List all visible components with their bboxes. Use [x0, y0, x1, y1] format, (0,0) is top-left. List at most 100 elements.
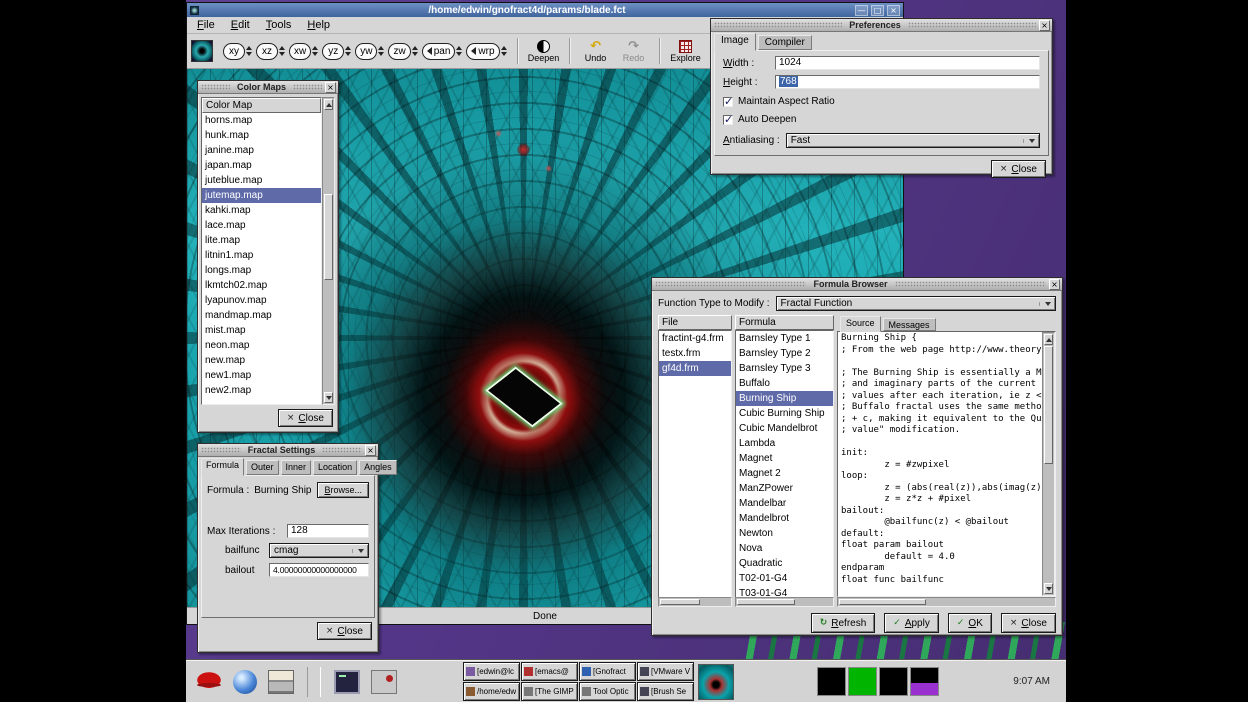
- scrollbar-thumb[interactable]: [1044, 346, 1053, 464]
- colormap-list-item[interactable]: lite.map: [202, 233, 321, 248]
- spinner-arrows-icon[interactable]: [312, 46, 318, 56]
- scroll-down-icon[interactable]: [1044, 583, 1053, 594]
- colormap-list-item[interactable]: longs.map: [202, 263, 321, 278]
- colormap-list-item[interactable]: janine.map: [202, 143, 321, 158]
- scroll-up-icon[interactable]: [324, 99, 333, 110]
- tab[interactable]: Image: [714, 33, 756, 51]
- close-icon[interactable]: ×: [1049, 279, 1060, 290]
- tab[interactable]: Location: [313, 460, 357, 475]
- source-hscrollbar[interactable]: [837, 597, 1056, 607]
- formula-list-item[interactable]: Mandelbar: [736, 496, 833, 511]
- tab[interactable]: Compiler: [758, 35, 812, 50]
- close-icon[interactable]: ×: [1039, 20, 1050, 31]
- scrollbar-thumb[interactable]: [660, 599, 700, 605]
- formula-list-item[interactable]: Buffalo: [736, 376, 833, 391]
- fractal-settings-titlebar[interactable]: Fractal Settings ×: [198, 444, 378, 457]
- axis-rotate-control[interactable]: xz: [256, 43, 285, 60]
- colormap-list-item[interactable]: new.map: [202, 353, 321, 368]
- bailout-input[interactable]: 4.00000000000000000: [269, 563, 369, 577]
- menu-item[interactable]: Tools: [258, 19, 300, 31]
- printer-icon[interactable]: [268, 670, 294, 694]
- formula-source-code[interactable]: Burning Ship { ; From the web page http:…: [838, 332, 1042, 596]
- window-menu-icon[interactable]: [190, 6, 199, 15]
- formula-list-item[interactable]: Mandelbrot: [736, 511, 833, 526]
- spinner-arrows-icon[interactable]: [345, 46, 351, 56]
- file-list-item[interactable]: testx.frm: [659, 346, 731, 361]
- formula-list-item[interactable]: Barnsley Type 2: [736, 346, 833, 361]
- close-icon[interactable]: ×: [365, 445, 376, 456]
- scroll-up-icon[interactable]: [1044, 334, 1053, 345]
- taskbar-task-button[interactable]: [edwin@lc: [463, 662, 520, 681]
- tab[interactable]: Inner: [281, 460, 312, 475]
- warp-control[interactable]: wrp: [466, 43, 506, 60]
- formula-list-item[interactable]: Cubic Burning Ship: [736, 406, 833, 421]
- explore-button[interactable]: Explore: [667, 35, 705, 68]
- taskbar-task-button[interactable]: [Gnofract: [579, 662, 636, 681]
- red-hat-menu-icon[interactable]: [196, 670, 222, 694]
- formula-browser-close-button[interactable]: × Close: [1001, 613, 1056, 633]
- axis-rotate-control[interactable]: yz: [322, 43, 351, 60]
- formula-list-item[interactable]: ManZPower: [736, 481, 833, 496]
- color-swatch[interactable]: [910, 667, 939, 696]
- redo-button[interactable]: ↷ Redo: [615, 35, 653, 68]
- colormap-scrollbar[interactable]: [322, 97, 335, 405]
- scrollbar-thumb[interactable]: [839, 599, 926, 605]
- browse-button[interactable]: Browse...: [317, 482, 369, 498]
- formula-list-item[interactable]: Burning Ship: [736, 391, 833, 406]
- spinner-arrows-icon[interactable]: [378, 46, 384, 56]
- apply-button[interactable]: ✓ Apply: [884, 613, 939, 633]
- formula-list-item[interactable]: T03-01-G4: [736, 586, 833, 597]
- spinner-arrows-icon[interactable]: [412, 46, 418, 56]
- taskbar-task-button[interactable]: [VMware V: [637, 662, 694, 681]
- formula-list-item[interactable]: Magnet: [736, 451, 833, 466]
- taskbar-task-button[interactable]: /home/edw: [463, 682, 520, 701]
- colormap-list-item[interactable]: horns.map: [202, 113, 321, 128]
- source-scrollbar[interactable]: [1042, 332, 1055, 596]
- colormap-list-item[interactable]: lace.map: [202, 218, 321, 233]
- colormap-list-item[interactable]: hunk.map: [202, 128, 321, 143]
- formula-list-item[interactable]: T02-01-G4: [736, 571, 833, 586]
- tab[interactable]: Angles: [359, 460, 397, 475]
- colormap-list-item[interactable]: litnin1.map: [202, 248, 321, 263]
- spinner-arrows-icon[interactable]: [279, 46, 285, 56]
- axis-rotate-control[interactable]: xy: [223, 43, 252, 60]
- formula-list-item[interactable]: Barnsley Type 3: [736, 361, 833, 376]
- file-list-header[interactable]: File: [658, 315, 732, 330]
- formula-list-item[interactable]: Lambda: [736, 436, 833, 451]
- spinner-arrows-icon[interactable]: [501, 46, 507, 56]
- fractal-settings-close-button[interactable]: × Close: [317, 622, 372, 640]
- formula-list-item[interactable]: Newton: [736, 526, 833, 541]
- screenshot-tool-icon[interactable]: [371, 670, 397, 694]
- formula-browser-titlebar[interactable]: Formula Browser ×: [652, 278, 1062, 291]
- web-browser-icon[interactable]: [233, 670, 257, 694]
- spinner-arrows-icon[interactable]: [456, 46, 462, 56]
- file-list-hscrollbar[interactable]: [658, 597, 732, 607]
- taskbar-task-button[interactable]: Tool Optic: [579, 682, 636, 701]
- color-swatch[interactable]: [817, 667, 846, 696]
- main-window-titlebar[interactable]: /home/edwin/gnofract4d/params/blade.fct …: [187, 3, 903, 17]
- colormaps-close-button[interactable]: × Close: [278, 409, 333, 427]
- formula-list-header[interactable]: Formula: [735, 315, 834, 330]
- ok-button[interactable]: ✓ OK: [948, 613, 992, 633]
- preferences-close-button[interactable]: × Close: [991, 160, 1046, 178]
- taskbar-task-button[interactable]: [emacs@: [521, 662, 578, 681]
- maximize-icon[interactable]: □: [871, 5, 884, 16]
- color-swatch[interactable]: [848, 667, 877, 696]
- tab[interactable]: Outer: [246, 460, 279, 475]
- function-type-select[interactable]: Fractal Function: [776, 296, 1056, 311]
- max-iterations-input[interactable]: 128: [287, 524, 369, 538]
- taskbar-task-button[interactable]: [Brush Se: [637, 682, 694, 701]
- checkbox-icon[interactable]: [723, 115, 733, 125]
- formula-list-item[interactable]: Nova: [736, 541, 833, 556]
- colormap-list-item[interactable]: japan.map: [202, 158, 321, 173]
- tab[interactable]: Formula: [201, 458, 244, 476]
- terminal-icon[interactable]: [334, 670, 360, 694]
- colormap-list-item[interactable]: juteblue.map: [202, 173, 321, 188]
- close-icon[interactable]: ×: [325, 82, 336, 93]
- formula-list-item[interactable]: Quadratic: [736, 556, 833, 571]
- taskbar-task-button[interactable]: [The GIMP: [521, 682, 578, 701]
- undo-button[interactable]: ↶ Undo: [577, 35, 615, 68]
- deepen-button[interactable]: Deepen: [525, 35, 563, 68]
- spinner-arrows-icon[interactable]: [246, 46, 252, 56]
- file-list-item[interactable]: gf4d.frm: [659, 361, 731, 376]
